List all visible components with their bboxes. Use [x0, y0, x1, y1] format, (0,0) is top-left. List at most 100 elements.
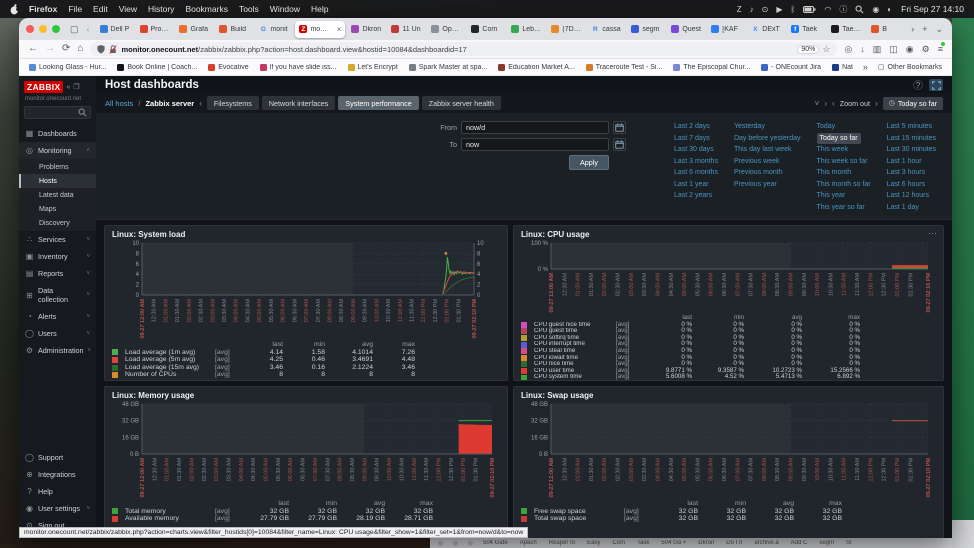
quick-range-last-1-year[interactable]: Last 1 year — [674, 179, 709, 191]
back-button[interactable]: ← — [28, 44, 38, 54]
browser-tab[interactable]: Gmonit — [255, 21, 293, 38]
browser-tab[interactable]: Grafa — [175, 21, 213, 38]
new-tab-button[interactable]: + — [920, 24, 929, 34]
menu-item-history[interactable]: History — [148, 4, 174, 14]
quick-range-last-30-minutes[interactable]: Last 30 minutes — [887, 144, 936, 156]
bookmark-item[interactable]: If you have slide iss... — [260, 64, 337, 71]
browser-tab[interactable]: OpenVZ F — [427, 21, 465, 38]
scroll-tabs-right-icon[interactable]: › — [909, 24, 916, 34]
menu-item-bookmarks[interactable]: Bookmarks — [185, 4, 228, 14]
zabbix-logo[interactable]: ZABBIX — [24, 81, 63, 93]
sidebar-item-reports[interactable]: ▤Reports˅ — [19, 265, 96, 282]
shield-icon[interactable] — [97, 45, 105, 54]
sidebar-item-user-settings[interactable]: ◉User settings˅ — [19, 500, 96, 517]
zoom-out-left-icon[interactable]: ‹ — [832, 99, 835, 108]
quick-range-this-year[interactable]: This year — [817, 190, 846, 202]
sidebar-item-monitoring[interactable]: ◎Monitoring˄ — [19, 142, 96, 159]
menu-item-edit[interactable]: Edit — [93, 4, 108, 14]
breadcrumb-all-hosts[interactable]: All hosts — [105, 99, 133, 108]
menu-item-firefox[interactable]: Firefox — [29, 4, 57, 14]
quick-range-today-so-far[interactable]: Today so far — [817, 133, 861, 145]
next-dashboard-icon[interactable]: › — [824, 99, 827, 108]
pocket-icon[interactable]: ◎ — [844, 44, 852, 55]
time-range-button[interactable]: ◷Today so far — [883, 97, 943, 110]
sidebar-item-users[interactable]: ◯Users˅ — [19, 325, 96, 342]
extensions-icon[interactable]: ⚙ — [922, 44, 930, 55]
apply-button[interactable]: Apply — [569, 155, 609, 170]
lock-icon[interactable] — [109, 45, 117, 54]
info-icon[interactable]: ⓘ — [839, 4, 847, 15]
user-switch-icon[interactable]: ◉ — [872, 5, 879, 14]
menu-item-view[interactable]: View — [119, 4, 137, 14]
chart-area[interactable]: 0 B16 GB32 GB48 GB09-27 12:00 AM12:30 AM… — [521, 401, 936, 499]
scroll-tabs-left-icon[interactable]: ‹ — [85, 24, 92, 34]
minimize-window-button[interactable] — [39, 25, 47, 33]
bookmark-item[interactable]: National Plan and Pr... — [832, 64, 853, 71]
browser-tab[interactable]: Taekw — [827, 21, 865, 38]
help-icon[interactable]: ? — [913, 80, 923, 90]
home-button[interactable]: ⌂ — [77, 44, 83, 54]
calendar-icon-to[interactable] — [613, 138, 626, 151]
control-center-icon[interactable]: ◐ — [887, 5, 892, 14]
kiosk-mode-icon[interactable] — [929, 79, 943, 91]
quick-range-yesterday[interactable]: Yesterday — [734, 121, 765, 133]
tab-zabbix-server-health[interactable]: Zabbix server health — [422, 96, 501, 110]
menu-item-tools[interactable]: Tools — [239, 4, 259, 14]
browser-tab[interactable]: B — [867, 21, 905, 38]
bookmark-star-icon[interactable]: ☆ — [822, 44, 830, 55]
zoom-level-badge[interactable]: 90% — [798, 46, 818, 53]
sidebar-subitem-discovery[interactable]: Discovery — [19, 216, 96, 230]
sidebar-pin-icon[interactable]: ❐ — [73, 83, 79, 91]
chart-svg[interactable]: 0022446688101009-27 12:00 AM12:30 AM01:0… — [112, 240, 500, 340]
search-icon[interactable] — [855, 5, 864, 14]
tab-network-interfaces[interactable]: Network interfaces — [262, 96, 336, 110]
reload-button[interactable]: ⟳ — [62, 44, 70, 54]
bluetooth-icon[interactable]: ᛒ — [791, 5, 796, 14]
sidebar-item-administration[interactable]: ⚙Administration˅ — [19, 342, 96, 359]
browser-tab[interactable]: segm — [627, 21, 665, 38]
sidebar-subitem-maps[interactable]: Maps — [19, 202, 96, 216]
bookmark-item[interactable]: Looking Glass - Hur... — [29, 64, 106, 71]
sidebar-item-data-collection[interactable]: ⊞Data collection˅ — [19, 282, 96, 308]
downloads-icon[interactable]: ↓ — [860, 44, 865, 54]
keychain-icon[interactable]: ⊙ — [762, 5, 769, 14]
forward-button[interactable]: → — [45, 44, 55, 54]
tabs-scroll-left-icon[interactable]: ‹ — [199, 99, 202, 108]
tab-filesystems[interactable]: Filesystems — [207, 96, 259, 110]
quick-range-this-week[interactable]: This week — [817, 144, 849, 156]
chart-svg[interactable]: 0 B16 GB32 GB48 GB09-27 12:00 AM12:30 AM… — [521, 401, 936, 499]
browser-tab[interactable]: (7D) U — [547, 21, 585, 38]
window-controls[interactable] — [26, 25, 60, 33]
browser-tab[interactable]: Quest — [667, 21, 705, 38]
menubar-clock[interactable]: Fri Sep 27 14:10 — [901, 4, 964, 14]
library-icon[interactable]: ▥ — [873, 44, 882, 55]
sidebar-item-help[interactable]: ?Help — [19, 483, 96, 500]
menu-item-help[interactable]: Help — [311, 4, 328, 14]
sidebar-subitem-problems[interactable]: Problems — [19, 160, 96, 174]
browser-tab[interactable]: Leban — [507, 21, 545, 38]
apple-menu-icon[interactable] — [10, 4, 19, 15]
bookmark-item[interactable]: Education Market A... — [498, 64, 575, 71]
sidebar-item-integrations[interactable]: ⊕Integrations — [19, 466, 96, 483]
bookmark-item[interactable]: Traceroute Test - Si... — [586, 64, 663, 71]
browser-tab[interactable]: [KAF — [707, 21, 745, 38]
quick-range-last-5-minutes[interactable]: Last 5 minutes — [887, 121, 933, 133]
tab-close-icon[interactable]: × — [337, 25, 342, 34]
quick-range-day-before-yesterday[interactable]: Day before yesterday — [734, 133, 801, 145]
quick-range-this-year-so-far[interactable]: This year so far — [817, 202, 865, 214]
browser-tab-active[interactable]: Zmo…× — [295, 21, 345, 38]
chart-area[interactable]: 0 B16 GB32 GB48 GB09-27 12:00 AM12:30 AM… — [112, 401, 500, 499]
quick-range-last-1-hour[interactable]: Last 1 hour — [887, 156, 922, 168]
firefox-view-icon[interactable]: ▢ — [68, 24, 81, 35]
bookmark-item[interactable]: Evocative — [208, 64, 248, 71]
bookmark-item[interactable]: The Episcopal Chur... — [673, 64, 750, 71]
quick-range-last-12-hours[interactable]: Last 12 hours — [887, 190, 929, 202]
quick-range-this-week-so-far[interactable]: This week so far — [817, 156, 868, 168]
quick-range-last-3-months[interactable]: Last 3 months — [674, 156, 718, 168]
quick-range-last-3-hours[interactable]: Last 3 hours — [887, 167, 926, 179]
play-icon[interactable]: ▶ — [776, 5, 782, 14]
browser-tab[interactable]: Build — [215, 21, 253, 38]
sidebar-icon[interactable]: ◫ — [889, 44, 898, 55]
zoom-out-button[interactable]: Zoom out — [840, 99, 870, 108]
to-input[interactable] — [461, 138, 609, 151]
